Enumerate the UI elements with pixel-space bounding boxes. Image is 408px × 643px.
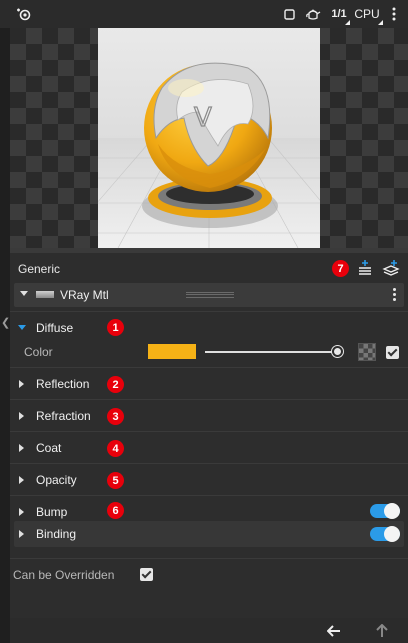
drag-handle[interactable] <box>186 292 234 298</box>
diffuse-color-row: Color <box>10 339 408 365</box>
section-label: Refraction <box>36 409 91 423</box>
override-row: Can be Overridden <box>10 558 408 588</box>
material-name: VRay Mtl <box>60 288 109 302</box>
ratio-label: 1/1 <box>331 8 347 20</box>
material-preview: V <box>10 28 408 248</box>
section-diffuse[interactable]: Diffuse 1 <box>10 311 408 342</box>
section-coat[interactable]: Coat 4 <box>10 431 408 462</box>
diffuse-amount-slider[interactable] <box>205 351 338 353</box>
callout-badge: 1 <box>107 319 124 336</box>
dropdown-corner-icon <box>345 20 350 25</box>
binding-toggle[interactable] <box>370 526 400 542</box>
chevron-right-icon[interactable] <box>19 412 24 420</box>
section-refraction[interactable]: Refraction 3 <box>10 399 408 430</box>
material-header[interactable]: VRay Mtl <box>14 283 404 307</box>
section-label: Reflection <box>36 377 90 391</box>
panel-title: Generic <box>18 262 61 276</box>
slider-handle[interactable] <box>332 346 343 357</box>
override-label: Can be Overridden <box>13 568 115 582</box>
teapot-icon[interactable] <box>304 5 322 23</box>
section-label: Opacity <box>36 473 77 487</box>
bump-toggle[interactable] <box>370 503 400 519</box>
texture-enable-checkbox[interactable] <box>386 346 399 359</box>
callout-badge: 6 <box>107 502 124 519</box>
diffuse-color-swatch[interactable] <box>148 344 196 359</box>
chevron-down-icon[interactable] <box>18 325 26 330</box>
section-binding[interactable]: Binding <box>14 521 404 547</box>
material-panel: Generic 7 VRay Mtl Diffuse 1 Color Refle… <box>10 253 408 618</box>
section-label: Coat <box>36 441 62 455</box>
callout-badge: 3 <box>107 408 124 425</box>
section-label: Binding <box>36 527 77 541</box>
callout-badge: 4 <box>107 440 124 457</box>
dropdown-corner-icon <box>378 20 383 25</box>
render-settings-icon[interactable] <box>14 5 34 23</box>
section-label: Diffuse <box>36 321 74 335</box>
engine-label: CPU <box>354 7 380 21</box>
add-material-layer-icon[interactable] <box>381 258 401 278</box>
chevron-right-icon[interactable] <box>19 380 24 388</box>
override-checkbox[interactable] <box>140 568 153 581</box>
upload-arrow-icon[interactable] <box>374 623 390 639</box>
section-reflection[interactable]: Reflection 2 <box>10 367 408 398</box>
region-icon[interactable] <box>282 5 296 23</box>
callout-badge: 2 <box>107 376 124 393</box>
chevron-right-icon[interactable] <box>19 508 24 516</box>
chevron-right-icon[interactable] <box>19 476 24 484</box>
color-label: Color <box>24 345 53 359</box>
engine-button[interactable]: CPU <box>351 5 383 25</box>
more-icon[interactable] <box>387 5 401 23</box>
callout-badge: 5 <box>107 472 124 489</box>
chevron-right-icon[interactable] <box>19 530 24 538</box>
section-label: Bump <box>36 505 68 519</box>
back-arrow-icon[interactable] <box>326 623 342 639</box>
chevron-right-icon[interactable] <box>19 444 24 452</box>
callout-badge: 7 <box>332 260 349 277</box>
bottom-bar <box>10 618 408 643</box>
preview-toolbar: 1/1 CPU <box>0 0 408 28</box>
section-opacity[interactable]: Opacity 5 <box>10 463 408 494</box>
svg-text:V: V <box>194 103 212 133</box>
material-type-icon <box>36 291 54 298</box>
kebab-menu-icon[interactable] <box>390 287 398 303</box>
add-layer-icon[interactable] <box>355 258 375 278</box>
collapse-panel-icon[interactable]: ❮ <box>1 316 10 329</box>
preview-render: V <box>98 28 320 248</box>
texture-map-icon[interactable] <box>358 343 376 361</box>
chevron-down-icon[interactable] <box>20 291 28 296</box>
ratio-button[interactable]: 1/1 <box>328 5 350 25</box>
